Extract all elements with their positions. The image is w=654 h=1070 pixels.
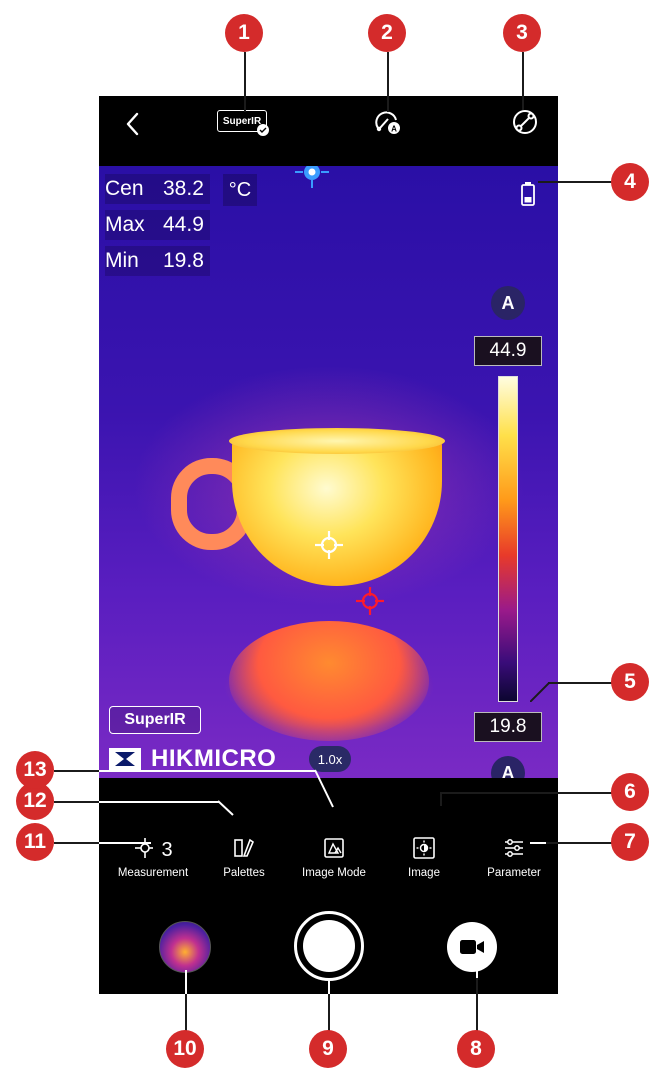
max-label: Max xyxy=(105,213,145,236)
callout-line-4 xyxy=(538,181,620,183)
image-mode-icon xyxy=(322,831,346,865)
callout-3: 3 xyxy=(503,14,541,52)
auto-scale-top-button[interactable]: A xyxy=(491,286,525,320)
callout-line-6-drop xyxy=(440,792,442,806)
auto-scale-bottom-button[interactable]: A xyxy=(491,756,525,778)
cen-value: 38.2 xyxy=(163,177,204,200)
min-label: Min xyxy=(105,249,139,272)
callout-line-3 xyxy=(522,52,524,110)
callout-11: 11 xyxy=(16,823,54,861)
callout-10: 10 xyxy=(166,1030,204,1068)
callout-13: 13 xyxy=(16,751,54,789)
toolbar-image[interactable]: Image xyxy=(379,831,469,879)
callout-line-8-inner xyxy=(476,960,478,978)
callout-line-13-diag xyxy=(314,769,334,809)
hikmicro-logo-icon xyxy=(109,748,141,770)
unit-label: °C xyxy=(223,174,257,206)
scale-max-value[interactable]: 44.9 xyxy=(474,336,542,366)
callout-line-7 xyxy=(545,842,619,844)
callout-line-5-diag xyxy=(529,681,551,703)
superir-toggle-button[interactable]: SuperIR xyxy=(217,110,271,136)
gallery-thumbnail[interactable] xyxy=(159,921,211,973)
max-spot-icon xyxy=(356,587,384,615)
callout-line-11-inner xyxy=(99,842,151,844)
callout-line-10-inner xyxy=(185,970,187,994)
callout-line-1 xyxy=(244,52,246,112)
image-mode-label: Image Mode xyxy=(302,867,366,879)
connect-icon xyxy=(513,110,537,134)
callout-line-13-inner xyxy=(99,770,315,772)
callout-line-5 xyxy=(548,682,618,684)
check-icon xyxy=(257,124,269,136)
video-record-button[interactable] xyxy=(447,922,497,972)
callout-4: 4 xyxy=(611,163,649,201)
callout-line-9-inner xyxy=(328,980,330,994)
callout-1: 1 xyxy=(225,14,263,52)
location-pin-icon[interactable] xyxy=(295,166,329,190)
callout-6: 6 xyxy=(611,773,649,811)
toolbar-image-mode[interactable]: Image Mode xyxy=(289,831,379,879)
capture-button[interactable] xyxy=(294,911,364,981)
distance-mode-icon: A xyxy=(375,111,400,134)
callout-2: 2 xyxy=(368,14,406,52)
callout-line-11 xyxy=(54,842,99,844)
max-value: 44.9 xyxy=(163,213,204,236)
toolbar-parameter[interactable]: Parameter xyxy=(469,831,558,879)
cup-rim xyxy=(229,428,445,454)
callout-line-13 xyxy=(54,770,99,772)
palettes-label: Palettes xyxy=(223,867,265,879)
callout-line-2 xyxy=(387,52,389,112)
svg-text:A: A xyxy=(391,125,397,134)
distance-mode-button[interactable]: A xyxy=(374,108,402,136)
measurement-count: 3 xyxy=(161,838,173,861)
readout-min: Min 19.8 xyxy=(105,246,210,276)
back-button[interactable] xyxy=(121,110,145,138)
callout-line-12-diag xyxy=(217,800,234,816)
measurement-icon: 3 xyxy=(133,831,173,865)
parameter-icon xyxy=(502,831,526,865)
toolbar-palettes[interactable]: Palettes xyxy=(199,831,289,879)
callout-line-12-inner xyxy=(99,801,219,803)
toolbar-measurement[interactable]: 3 Measurement xyxy=(108,831,198,879)
callout-line-7-inner xyxy=(530,842,546,844)
cen-label: Cen xyxy=(105,177,144,200)
capture-button-inner xyxy=(303,920,355,972)
readout-max: Max 44.9 xyxy=(105,210,210,240)
battery-icon xyxy=(521,182,535,206)
min-value: 19.8 xyxy=(163,249,204,272)
callout-line-12 xyxy=(54,801,99,803)
callout-line-6 xyxy=(440,792,618,794)
video-camera-icon xyxy=(460,940,484,954)
callout-8: 8 xyxy=(457,1030,495,1068)
readout-cen: Cen 38.2 xyxy=(105,174,210,204)
cup-body xyxy=(232,436,442,586)
phone-screen: SuperIR A Cen 38.2 Max 44.9 Min 19.8 °C … xyxy=(99,96,558,994)
thermal-view[interactable]: Cen 38.2 Max 44.9 Min 19.8 °C A 44.9 19.… xyxy=(99,166,558,778)
callout-9: 9 xyxy=(309,1030,347,1068)
superir-badge: SuperIR xyxy=(109,706,201,734)
brand-name: HIKMICRO xyxy=(151,745,277,772)
center-spot-icon xyxy=(315,531,343,559)
callout-5: 5 xyxy=(611,663,649,701)
cup-reflection xyxy=(229,621,429,741)
scale-min-value[interactable]: 19.8 xyxy=(474,712,542,742)
color-scale-bar xyxy=(498,376,518,702)
measurement-label: Measurement xyxy=(117,867,189,879)
palettes-icon xyxy=(232,831,256,865)
image-icon xyxy=(412,831,436,865)
parameter-label: Parameter xyxy=(487,867,541,879)
image-label: Image xyxy=(408,867,440,879)
chevron-left-icon xyxy=(126,112,139,136)
callout-7: 7 xyxy=(611,823,649,861)
connect-button[interactable] xyxy=(511,108,539,136)
